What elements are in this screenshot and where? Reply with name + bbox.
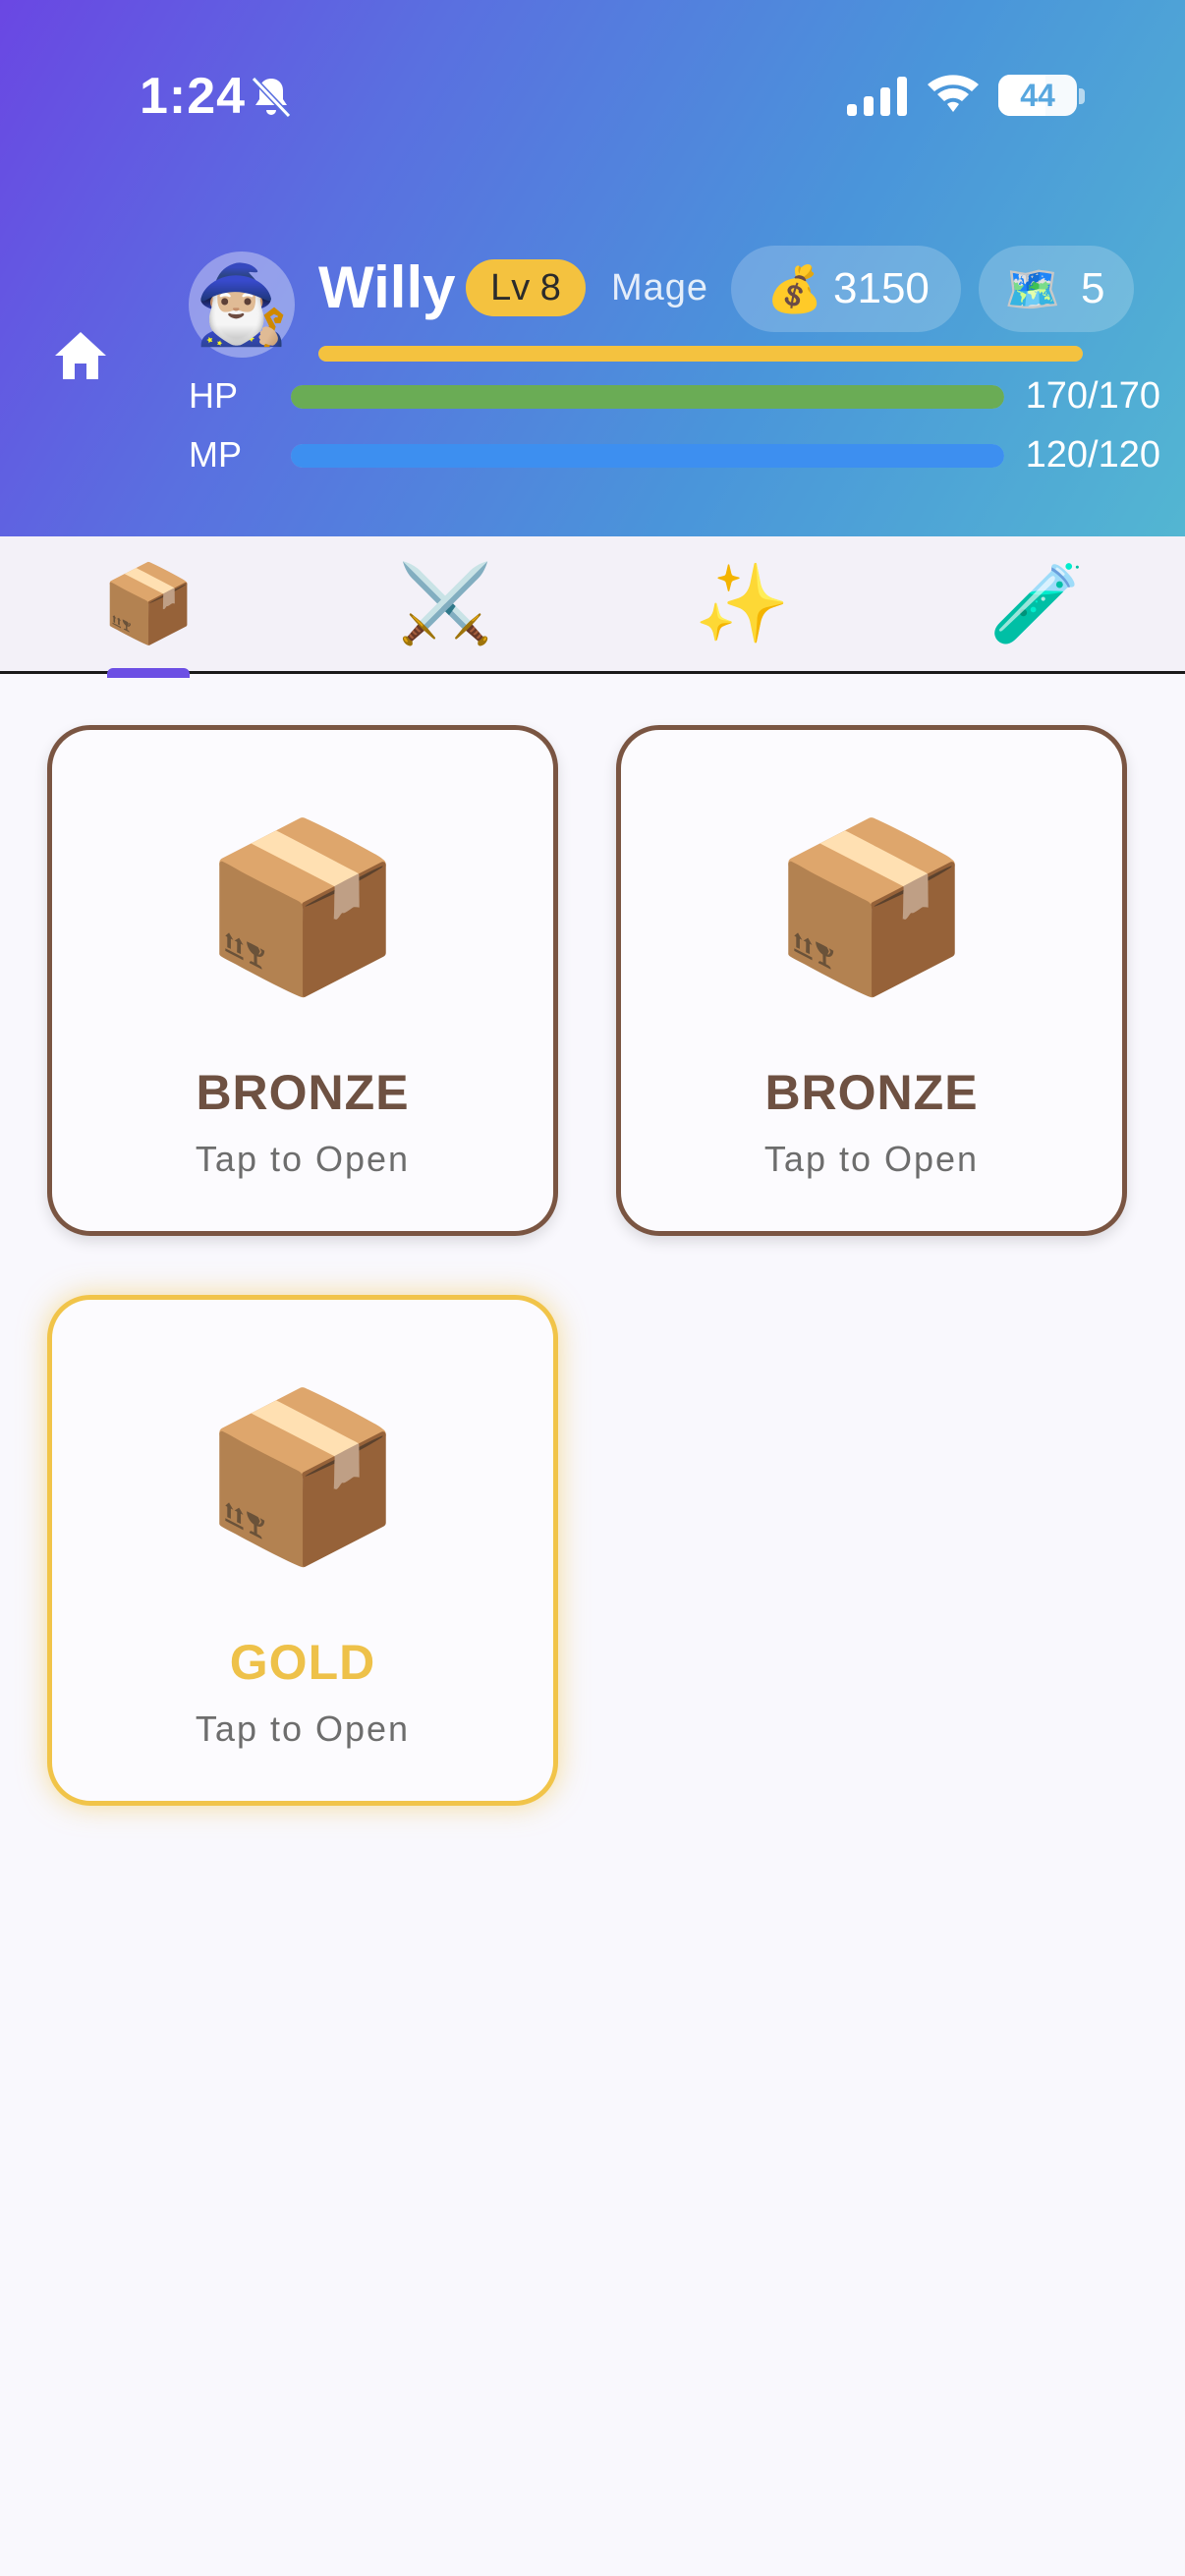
tab-bar: 📦 ⚔️ ✨ 🧪 xyxy=(0,536,1185,674)
chest-action: Tap to Open xyxy=(195,1139,411,1179)
money-bag-icon: 💰 xyxy=(766,263,823,314)
map-count: 5 xyxy=(1081,264,1105,312)
xp-bar xyxy=(318,346,1083,362)
battery-cap xyxy=(1079,88,1085,104)
chest-tier: GOLD xyxy=(229,1635,376,1690)
package-icon: 📦 xyxy=(199,1384,406,1569)
wifi-icon xyxy=(928,75,979,112)
package-icon: 📦 xyxy=(199,814,406,999)
level-badge: Lv 8 xyxy=(466,259,586,316)
tab-equipment[interactable]: ⚔️ xyxy=(297,536,593,671)
chest-card-bronze[interactable]: 📦 BRONZE Tap to Open xyxy=(47,725,558,1236)
hp-value: 170/170 xyxy=(1025,375,1160,417)
gold-amount: 3150 xyxy=(833,264,930,312)
active-tab-indicator xyxy=(107,668,190,678)
player-header: 1:24 44 🧙🏼‍♂️ Willy Lv 8 Mage 💰 3150 🗺️ … xyxy=(0,0,1185,536)
mp-bar-fill xyxy=(291,444,1004,468)
status-time: 1:24 xyxy=(140,68,247,125)
battery-level: 44 xyxy=(1020,78,1055,113)
chest-card-bronze[interactable]: 📦 BRONZE Tap to Open xyxy=(616,725,1127,1236)
avatar[interactable]: 🧙🏼‍♂️ xyxy=(189,252,295,358)
chest-action: Tap to Open xyxy=(195,1708,411,1749)
mp-label: MP xyxy=(189,434,242,475)
xp-bar-fill xyxy=(318,346,1083,362)
player-name: Willy xyxy=(318,254,456,320)
tab-potions[interactable]: 🧪 xyxy=(888,536,1185,671)
signal-icon xyxy=(847,77,907,116)
bell-slash-icon xyxy=(251,76,292,119)
home-icon[interactable] xyxy=(51,328,110,383)
chest-tier: BRONZE xyxy=(196,1065,410,1120)
chest-card-gold[interactable]: 📦 GOLD Tap to Open xyxy=(47,1295,558,1806)
tab-skills[interactable]: ✨ xyxy=(593,536,890,671)
chest-action: Tap to Open xyxy=(763,1139,980,1179)
tab-chests[interactable]: 📦 xyxy=(0,536,297,671)
mp-bar xyxy=(291,444,1004,468)
package-icon: 📦 xyxy=(768,814,975,999)
map-icon: 🗺️ xyxy=(1004,263,1061,314)
hp-label: HP xyxy=(189,375,239,416)
chest-tier: BRONZE xyxy=(764,1065,979,1120)
mp-value: 120/120 xyxy=(1025,434,1160,476)
battery-icon: 44 xyxy=(998,75,1077,116)
class-label: Mage xyxy=(611,267,709,308)
hp-bar xyxy=(291,385,1004,409)
hp-bar-fill xyxy=(291,385,1004,409)
